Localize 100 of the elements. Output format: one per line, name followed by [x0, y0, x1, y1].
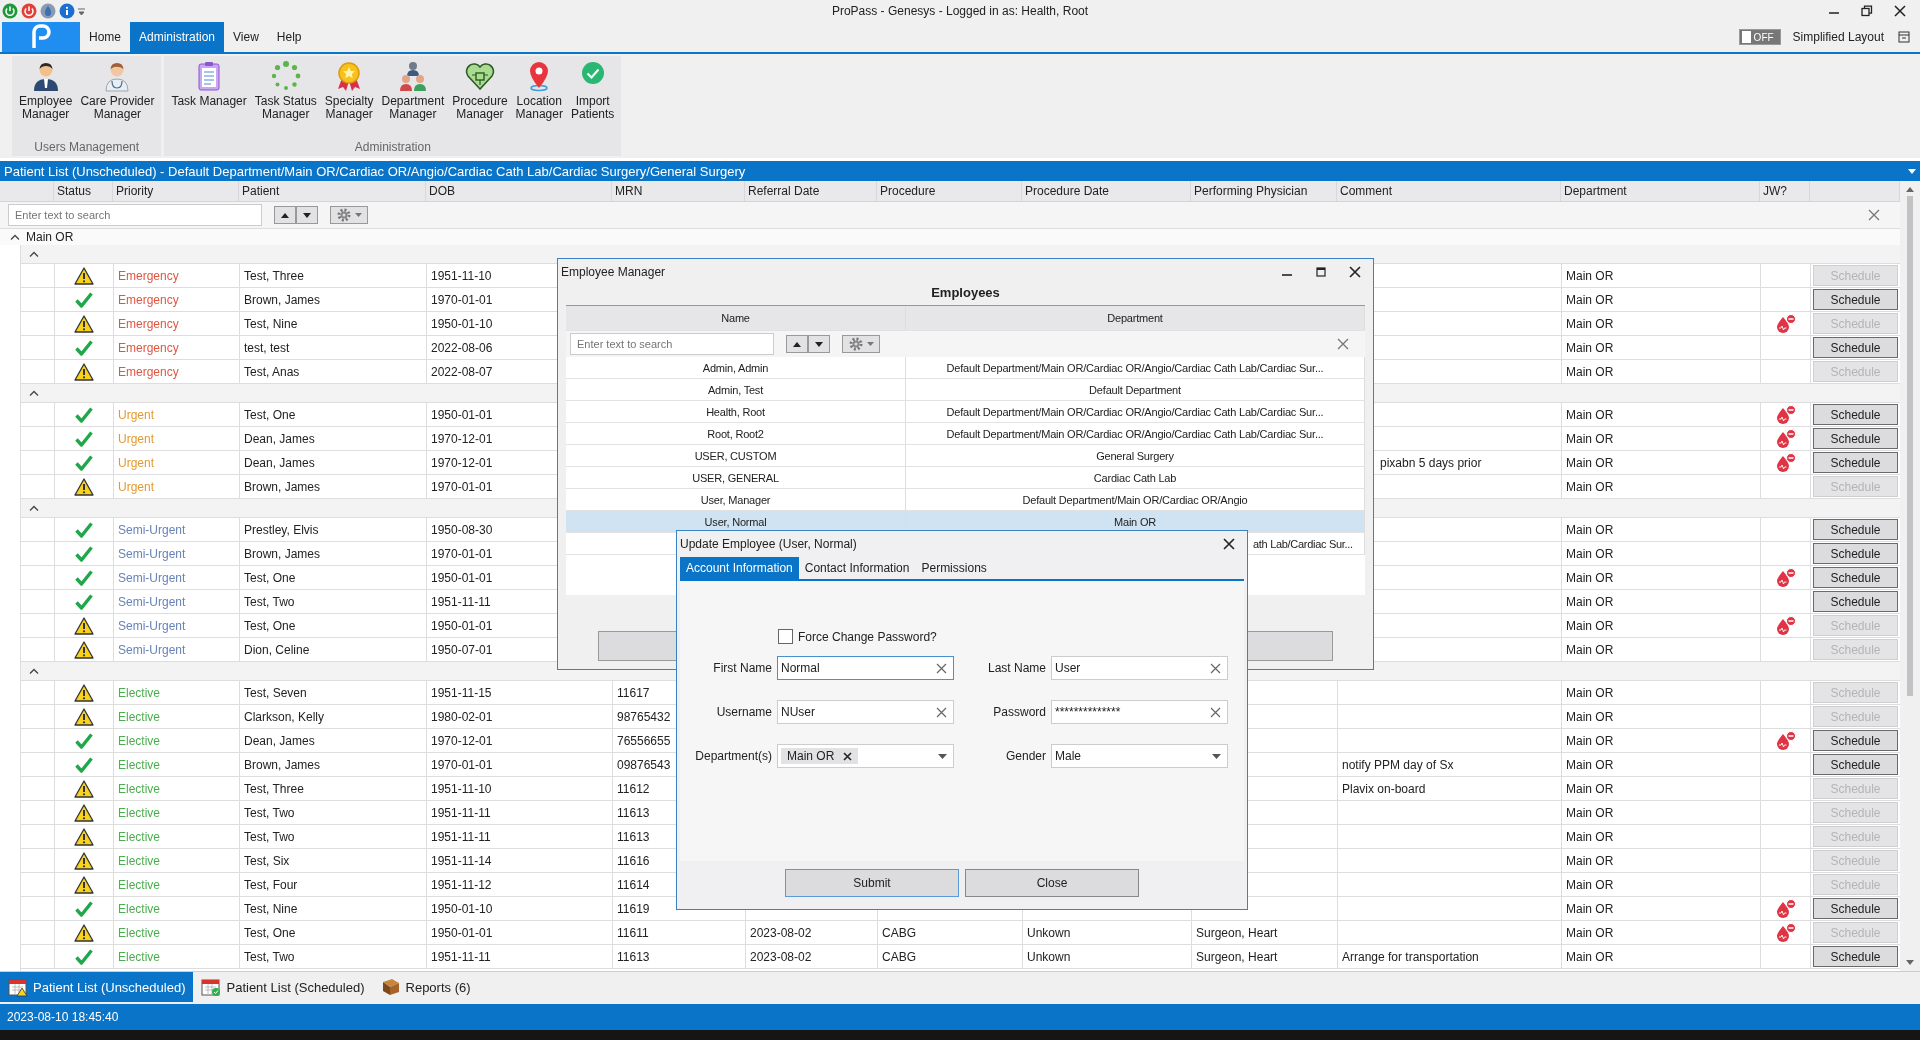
clear-icon[interactable]: [936, 706, 947, 718]
search-field[interactable]: Enter text to search: [570, 333, 774, 355]
ribbon-button[interactable]: Location Manager: [512, 56, 566, 140]
scroll-up-icon[interactable]: [1906, 187, 1914, 192]
settings-button[interactable]: [842, 335, 880, 353]
menu-tab[interactable]: Administration: [130, 22, 225, 52]
clear-icon[interactable]: [1337, 338, 1349, 350]
column-header[interactable]: Status: [57, 184, 92, 198]
schedule-button[interactable]: Schedule: [1813, 452, 1898, 473]
app-logo[interactable]: [2, 22, 80, 52]
collapse-caret-icon[interactable]: [29, 390, 39, 396]
column-header[interactable]: Referral Date: [748, 184, 820, 198]
previous-button[interactable]: [274, 206, 296, 224]
menu-tab[interactable]: View: [224, 22, 268, 52]
dialog-tab[interactable]: Account Information: [680, 557, 799, 579]
panel-icon[interactable]: [1898, 31, 1910, 43]
clear-icon[interactable]: [1868, 209, 1880, 221]
layout-toggle[interactable]: OFF: [1738, 29, 1781, 45]
close-button[interactable]: Close: [965, 869, 1139, 897]
power-icon[interactable]: [2, 3, 18, 19]
column-header[interactable]: Procedure: [880, 184, 936, 198]
schedule-button[interactable]: Schedule: [1813, 898, 1898, 919]
department-tag[interactable]: Main OR: [781, 748, 859, 764]
schedule-button[interactable]: Schedule: [1813, 337, 1898, 358]
employee-row[interactable]: USER, CUSTOM General Surgery: [566, 445, 1365, 467]
caret-icon[interactable]: [938, 753, 947, 759]
schedule-button[interactable]: Schedule: [1813, 946, 1898, 967]
remove-icon[interactable]: [843, 751, 853, 761]
collapse-caret-icon[interactable]: [29, 668, 39, 674]
schedule-button[interactable]: Schedule: [1813, 591, 1898, 612]
schedule-button[interactable]: Schedule: [1813, 754, 1898, 775]
column-header[interactable]: Department: [1564, 184, 1627, 198]
close-icon[interactable]: [1349, 266, 1361, 278]
column-header[interactable]: JW?: [1763, 184, 1787, 198]
checkbox[interactable]: [778, 629, 793, 644]
menu-tab[interactable]: Home: [80, 22, 130, 52]
caret-icon[interactable]: [1212, 753, 1221, 759]
vertical-scrollbar[interactable]: [1900, 181, 1920, 971]
collapse-caret-icon[interactable]: [29, 251, 39, 257]
search-field[interactable]: Enter text to search: [8, 204, 262, 226]
column-header[interactable]: Patient: [242, 184, 280, 198]
text-field[interactable]: User: [1051, 656, 1228, 680]
column-header[interactable]: Name: [721, 312, 750, 324]
bottom-tab[interactable]: Reports (6): [372, 972, 479, 1002]
clear-icon[interactable]: [1210, 706, 1221, 718]
ribbon-button[interactable]: Procedure Manager: [449, 56, 511, 140]
multi-select-field[interactable]: Main OR: [777, 744, 954, 768]
next-button[interactable]: [296, 206, 318, 224]
employee-row[interactable]: Health, Root Default Department/Main OR/Cardiac OR/Angio/Cardiac Cath Lab/Cardiac Sur...: [566, 401, 1365, 423]
column-header[interactable]: Priority: [116, 184, 154, 198]
maximize-icon[interactable]: [1315, 266, 1327, 278]
close-icon[interactable]: [1223, 538, 1235, 550]
clear-icon[interactable]: [936, 662, 947, 674]
employee-row[interactable]: User, Normal Main OR: [566, 511, 1365, 533]
clear-icon[interactable]: [1210, 662, 1221, 674]
text-field[interactable]: Normal: [777, 656, 954, 680]
menu-tab[interactable]: Help: [267, 22, 311, 52]
dropdown-field[interactable]: Male: [1051, 744, 1228, 768]
column-header[interactable]: MRN: [615, 184, 643, 198]
schedule-button[interactable]: Schedule: [1813, 428, 1898, 449]
schedule-button[interactable]: Schedule: [1813, 543, 1898, 564]
schedule-button[interactable]: Schedule: [1813, 519, 1898, 540]
ribbon-button[interactable]: Employee Manager: [16, 56, 76, 140]
dropdown-caret-icon[interactable]: [1908, 168, 1916, 174]
previous-button[interactable]: [786, 335, 808, 353]
dialog-tab[interactable]: Permissions: [915, 557, 993, 579]
employee-row[interactable]: Root, Root2 Default Department/Main OR/Cardiac OR/Angio/Cardiac Cath Lab/Cardiac Sur...: [566, 423, 1365, 445]
info-icon[interactable]: [59, 3, 75, 19]
dialog-tab[interactable]: Contact Information: [798, 557, 916, 579]
schedule-button[interactable]: Schedule: [1813, 567, 1898, 588]
ribbon-button[interactable]: Specialty Manager: [321, 56, 377, 140]
column-header[interactable]: Performing Physician: [1194, 184, 1308, 198]
ribbon-button[interactable]: Task Status Manager: [251, 56, 320, 140]
power-icon[interactable]: [21, 3, 37, 19]
ribbon-button[interactable]: Task Manager: [168, 56, 250, 140]
settings-button[interactable]: [330, 206, 368, 224]
column-header[interactable]: Comment: [1340, 184, 1392, 198]
drop-icon[interactable]: [40, 3, 56, 19]
collapse-caret-icon[interactable]: [10, 234, 20, 240]
scroll-down-icon[interactable]: [1906, 960, 1914, 965]
next-button[interactable]: [808, 335, 830, 353]
employee-row[interactable]: User, Manager Default Department/Main OR/Cardiac OR/Angio: [566, 489, 1365, 511]
close-icon[interactable]: [1894, 5, 1906, 17]
schedule-button[interactable]: Schedule: [1813, 730, 1898, 751]
employee-row[interactable]: USER, GENERAL Cardiac Cath Lab: [566, 467, 1365, 489]
employee-row[interactable]: Admin, Admin Default Department/Main OR/Cardiac OR/Angio/Cardiac Cath Lab/Cardiac Sur...: [566, 357, 1365, 379]
column-header[interactable]: Department: [1107, 312, 1163, 324]
text-field[interactable]: NUser: [777, 700, 954, 724]
ribbon-button[interactable]: Department Manager: [378, 56, 448, 140]
employee-row[interactable]: Admin, Test Default Department: [566, 379, 1365, 401]
submit-button[interactable]: Submit: [785, 869, 959, 897]
column-header[interactable]: DOB: [429, 184, 455, 198]
column-header[interactable]: Procedure Date: [1025, 184, 1110, 198]
ribbon-button[interactable]: Care Provider Manager: [77, 56, 158, 140]
text-field[interactable]: **************: [1051, 700, 1228, 724]
bottom-tab[interactable]: Patient List (Scheduled): [193, 972, 373, 1002]
schedule-button[interactable]: Schedule: [1813, 404, 1898, 425]
bottom-tab[interactable]: Patient List (Unscheduled): [0, 972, 194, 1002]
collapse-caret-icon[interactable]: [29, 505, 39, 511]
schedule-button[interactable]: Schedule: [1813, 289, 1898, 310]
